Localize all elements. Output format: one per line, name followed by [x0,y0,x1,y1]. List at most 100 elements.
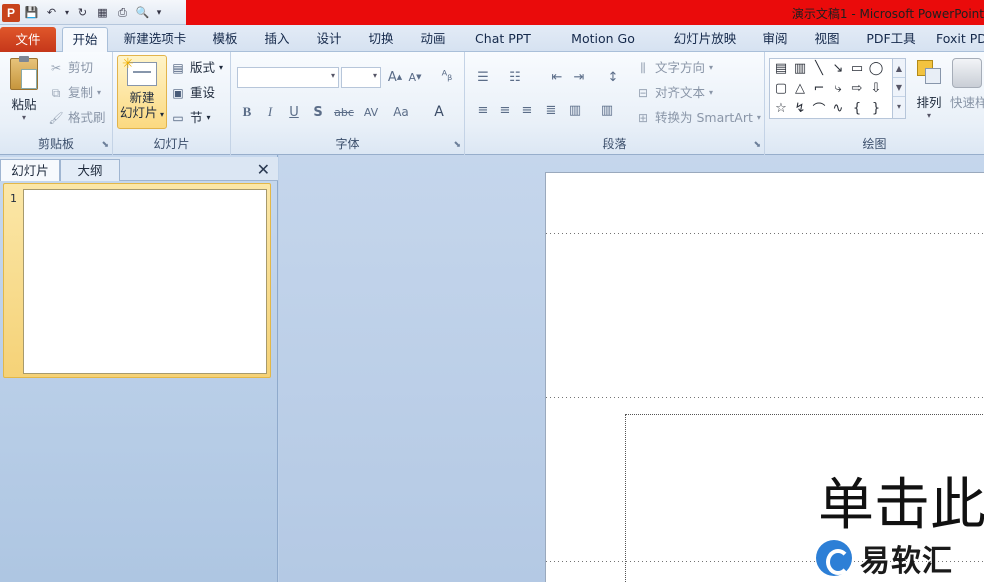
group-label-slides: 幻灯片 [153,137,190,151]
line-spacing-icon[interactable]: ↕ [603,67,623,87]
tab-pdf-tools[interactable]: PDF工具 [860,25,922,52]
dialog-launcher-icon[interactable]: ⬊ [101,140,109,150]
tab-transitions[interactable]: 切换 [361,25,401,52]
group-label-drawing: 绘图 [862,137,887,151]
rounded-rect-shape-icon[interactable]: ▢ [772,80,790,96]
textbox-shape-icon[interactable]: ▤ [772,60,790,76]
tab-outline-view[interactable]: 大纲 [60,159,120,181]
grow-font-icon[interactable]: A ▲ [385,67,405,87]
arrange-icon [915,58,943,88]
group-slides: ✳ 新建 幻灯片 ▾ ▤ 版式 ▾ ▣ 重设 ▭ 节 ▾ 幻灯片 [113,52,231,155]
tab-view[interactable]: 视图 [808,25,846,52]
star-shape-icon[interactable]: ☆ [772,100,790,116]
chevron-down-icon[interactable]: ▼ [893,78,905,97]
curve-shape-icon[interactable]: ⌒ [810,100,828,118]
lightning-shape-icon[interactable]: ↯ [791,100,809,116]
tab-foxit-pdf[interactable]: Foxit PD [936,25,984,52]
rectangle-shape-icon[interactable]: ▭ [848,60,866,76]
chevron-down-icon: ▾ [709,88,714,97]
clear-format-icon[interactable]: ᴬᵦ [437,66,457,86]
powerpoint-app-icon[interactable]: P [2,3,20,22]
columns-icon[interactable]: ▥ [597,100,617,120]
cut-button[interactable]: ✂ 剪切 [48,57,93,79]
preview-icon[interactable]: 🔍 [134,4,151,21]
save-icon[interactable]: 💾 [23,4,40,21]
arrange-button[interactable]: 排列 ▾ [910,58,948,120]
quick-styles-button[interactable]: 快速样 [950,58,984,111]
underline-button[interactable]: U [284,102,304,122]
customize-icon[interactable]: ▾ [154,4,164,21]
numbering-icon[interactable]: ☷ [505,67,525,87]
left-brace-shape-icon[interactable]: { [848,100,866,116]
tab-file[interactable]: 文件 [0,27,56,52]
tab-templates[interactable]: 模板 [205,25,245,52]
strikethrough-button[interactable]: abc [332,102,356,122]
more-icon[interactable]: ▾ [893,97,905,116]
shrink-font-icon[interactable]: A ▼ [405,67,425,87]
convert-smartart-button[interactable]: ⊞ 转换为 SmartArt ▾ [635,107,761,129]
dialog-launcher-icon[interactable]: ⬊ [453,140,461,150]
redo-icon[interactable]: ↻ [74,4,91,21]
oval-shape-icon[interactable]: ◯ [867,60,885,76]
font-name-select[interactable]: ▾ [237,67,339,88]
bullets-icon[interactable]: ☰ [473,67,493,87]
italic-button[interactable]: I [260,102,280,122]
tab-review[interactable]: 审阅 [756,25,794,52]
slide-canvas[interactable]: 单击此 [545,172,984,582]
freeform-shape-icon[interactable]: ∿ [829,100,847,116]
char-spacing-button[interactable]: AV [359,102,383,122]
align-text-button[interactable]: ⊟ 对齐文本 ▾ [635,82,713,104]
tab-new-tab[interactable]: 新建选项卡 [117,25,193,52]
decrease-indent-icon[interactable]: ⇤ [547,67,567,87]
gallery-scroll[interactable]: ▲ ▼ ▾ [892,59,905,118]
tab-slides-view[interactable]: 幻灯片 [0,159,60,181]
section-button[interactable]: ▭ 节 ▾ [170,107,210,129]
text-direction-button[interactable]: ⫼ 文字方向 ▾ [635,57,713,79]
dialog-launcher-icon[interactable]: ⬊ [753,140,761,150]
elbow-connector-shape-icon[interactable]: ⌐ [810,80,828,96]
copy-button[interactable]: ⧉ 复制 ▾ [48,82,101,104]
format-painter-button[interactable]: 🖌 格式刷 [48,107,105,129]
layout-icon[interactable]: ▦ [94,4,111,21]
shapes-gallery[interactable]: ▤ ▥ ╲ ↘ ▭ ◯ ▢ △ ⌐ ⤷ ⇨ ⇩ ☆ ↯ ⌒ ∿ { } ▲ ▼ … [769,58,906,119]
close-icon[interactable]: ✕ [257,160,270,179]
align-center-icon[interactable]: ≡ [495,100,515,120]
slide-number: 1 [10,192,17,205]
vertical-textbox-shape-icon[interactable]: ▥ [791,60,809,76]
justify-icon[interactable]: ≣ [541,100,561,120]
bold-button[interactable]: B [237,102,257,122]
increase-indent-icon[interactable]: ⇥ [569,67,589,87]
reset-button[interactable]: ▣ 重设 [170,82,215,104]
down-arrow-shape-icon[interactable]: ⇩ [867,80,885,96]
right-arrow-shape-icon[interactable]: ⇨ [848,80,866,96]
right-brace-shape-icon[interactable]: } [867,100,885,116]
ribbon-tabs: 文件 开始 新建选项卡 模板 插入 设计 切换 动画 Chat PPT Moti… [0,25,984,53]
distribute-icon[interactable]: ▥ [565,100,585,120]
chevron-up-icon[interactable]: ▲ [893,59,905,78]
tab-design[interactable]: 设计 [309,25,349,52]
align-left-icon[interactable]: ≡ [473,100,493,120]
new-slide-button[interactable]: ✳ 新建 幻灯片 ▾ [117,55,167,129]
arrow-line-shape-icon[interactable]: ↘ [829,60,847,76]
change-case-button[interactable]: Aa [389,102,413,122]
font-size-select[interactable]: ▾ [341,67,381,88]
paste-button[interactable]: 粘贴 ▾ [4,56,44,122]
layout-button[interactable]: ▤ 版式 ▾ [170,57,223,79]
align-right-icon[interactable]: ≡ [517,100,537,120]
tab-chat-ppt[interactable]: Chat PPT [470,25,536,52]
shadow-button[interactable]: S [308,102,328,122]
tab-insert[interactable]: 插入 [257,25,297,52]
undo-icon[interactable]: ↶ [43,4,60,21]
elbow-arrow-shape-icon[interactable]: ⤷ [829,80,847,96]
triangle-shape-icon[interactable]: △ [791,80,809,96]
slide-thumbnail-selected[interactable]: 1 [3,183,271,378]
font-color-button[interactable]: A [429,102,449,122]
tab-animations[interactable]: 动画 [413,25,453,52]
tab-home[interactable]: 开始 [62,27,108,53]
print-icon[interactable]: ⎙ [114,4,131,21]
dropdown-icon[interactable]: ▾ [63,4,71,21]
slide-thumbnail[interactable] [23,189,267,374]
tab-motion-go[interactable]: Motion Go [566,25,640,52]
line-shape-icon[interactable]: ╲ [810,60,828,76]
tab-slideshow[interactable]: 幻灯片放映 [668,25,742,52]
